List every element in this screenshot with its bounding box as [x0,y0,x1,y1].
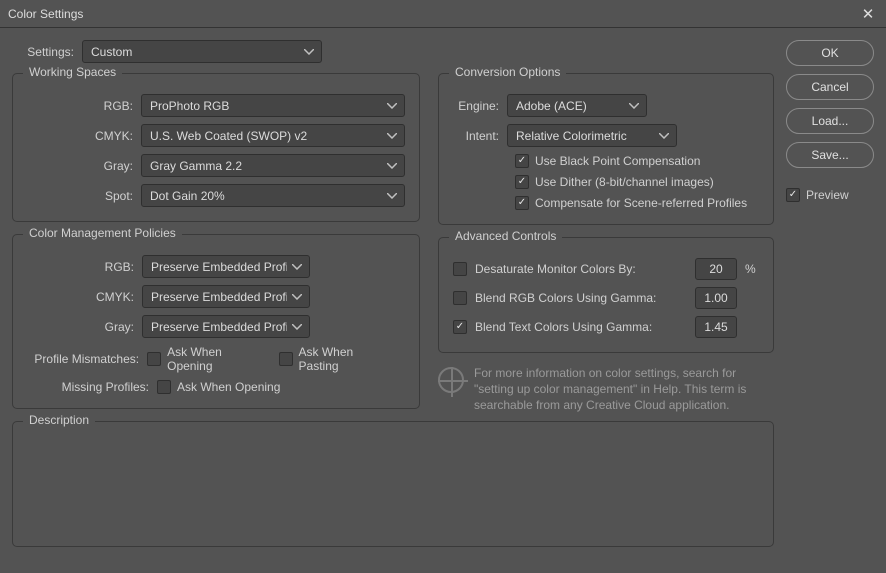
spot-select[interactable]: Dot Gain 20% [141,184,405,207]
engine-label: Engine: [453,99,507,113]
spot-label: Spot: [27,189,141,203]
ask-open-missing-checkbox[interactable] [157,380,171,394]
pol-rgb-select[interactable]: Preserve Embedded Profiles [142,255,310,278]
engine-select[interactable]: Adobe (ACE) [507,94,647,117]
load-button[interactable]: Load... [786,108,874,134]
bpc-checkbox[interactable] [515,154,529,168]
settings-label: Settings: [26,45,82,59]
info-icon [438,367,464,393]
cmyk-select[interactable]: U.S. Web Coated (SWOP) v2 [141,124,405,147]
ask-open-mismatch-checkbox[interactable] [147,352,161,366]
bpc-label: Use Black Point Compensation [535,154,700,168]
pol-cmyk-label: CMYK: [27,290,142,304]
blend-text-checkbox[interactable] [453,320,467,334]
rgb-select[interactable]: ProPhoto RGB [141,94,405,117]
description-legend: Description [23,413,95,427]
intent-select[interactable]: Relative Colorimetric [507,124,677,147]
blend-rgb-checkbox[interactable] [453,291,467,305]
desat-checkbox[interactable] [453,262,467,276]
ok-button[interactable]: OK [786,40,874,66]
pol-rgb-label: RGB: [27,260,142,274]
percent-label: % [745,262,759,276]
preview-label: Preview [806,188,849,202]
desat-input[interactable] [695,258,737,280]
policies-legend: Color Management Policies [23,226,182,240]
blend-rgb-label: Blend RGB Colors Using Gamma: [475,291,695,305]
conversion-legend: Conversion Options [449,65,566,79]
dither-checkbox[interactable] [515,175,529,189]
dither-label: Use Dither (8-bit/channel images) [535,175,714,189]
advanced-legend: Advanced Controls [449,229,562,243]
info-text: For more information on color settings, … [474,365,774,414]
pol-gray-label: Gray: [27,320,142,334]
gray-select[interactable]: Gray Gamma 2.2 [141,154,405,177]
preview-checkbox[interactable] [786,188,800,202]
pol-gray-select[interactable]: Preserve Embedded Profiles [142,315,310,338]
cmyk-label: CMYK: [27,129,141,143]
blend-rgb-input[interactable] [695,287,737,309]
scene-checkbox[interactable] [515,196,529,210]
window-title: Color Settings [8,7,83,21]
mismatch-label: Profile Mismatches: [27,352,147,366]
save-button[interactable]: Save... [786,142,874,168]
ask-open-mismatch-label: Ask When Opening [167,345,260,373]
gray-label: Gray: [27,159,141,173]
desat-label: Desaturate Monitor Colors By: [475,262,695,276]
cancel-button[interactable]: Cancel [786,74,874,100]
ask-paste-label: Ask When Pasting [299,345,387,373]
missing-label: Missing Profiles: [27,380,157,394]
ask-open-missing-label: Ask When Opening [177,380,280,394]
settings-select[interactable]: Custom [82,40,322,63]
blend-text-label: Blend Text Colors Using Gamma: [475,320,695,334]
intent-label: Intent: [453,129,507,143]
rgb-label: RGB: [27,99,141,113]
working-spaces-legend: Working Spaces [23,65,122,79]
ask-paste-checkbox[interactable] [279,352,293,366]
pol-cmyk-select[interactable]: Preserve Embedded Profiles [142,285,310,308]
scene-label: Compensate for Scene-referred Profiles [535,196,747,210]
blend-text-input[interactable] [695,316,737,338]
close-icon[interactable]: ✕ [858,5,878,23]
